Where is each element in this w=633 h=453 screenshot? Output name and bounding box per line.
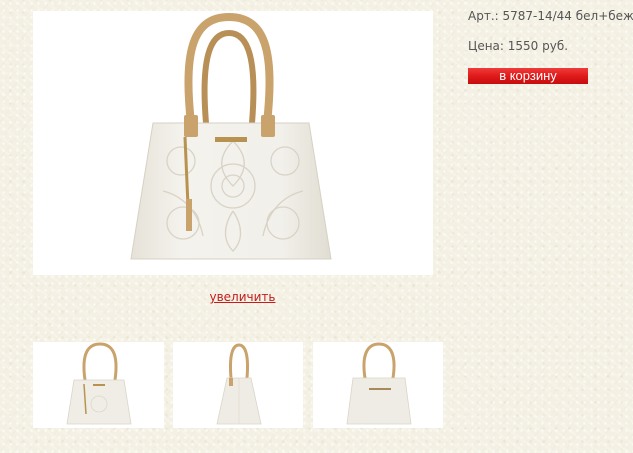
product-info: Арт.: 5787-14/44 бел+беж Цена: 1550 руб.… xyxy=(468,8,633,84)
add-to-cart-button[interactable]: в корзину xyxy=(468,68,588,84)
handbag-front-thumbnail xyxy=(66,342,132,425)
main-product-image[interactable] xyxy=(33,11,433,275)
article-number: Арт.: 5787-14/44 бел+беж xyxy=(468,9,633,23)
thumbnail-front[interactable] xyxy=(33,342,164,428)
thumbnail-side[interactable] xyxy=(173,342,303,428)
price-text: Цена: 1550 руб. xyxy=(468,39,569,53)
handbag-back-thumbnail xyxy=(346,342,412,425)
handbag-front-image xyxy=(130,12,332,260)
thumbnail-back[interactable] xyxy=(313,342,443,428)
zoom-link[interactable]: увеличить xyxy=(0,290,485,304)
handbag-side-thumbnail xyxy=(216,343,262,425)
